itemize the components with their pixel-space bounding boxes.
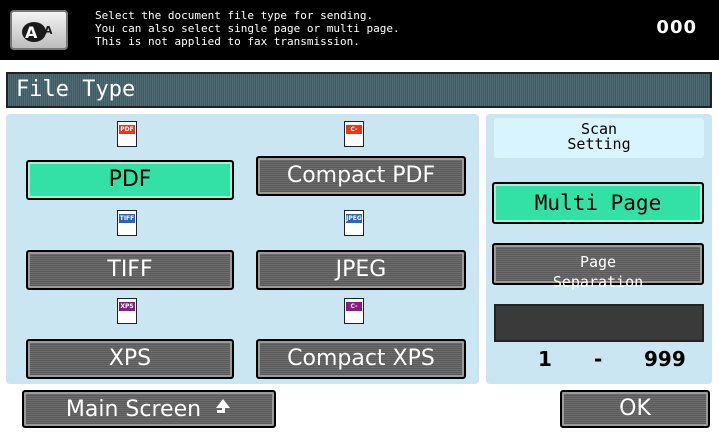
xps-file-icon: XPS xyxy=(117,298,137,324)
tiff-icon-tag: TIFF xyxy=(119,214,135,223)
main-screen-button-content: Main Screen xyxy=(24,392,274,428)
compact-xps-button-label: Compact XPS xyxy=(287,346,435,371)
page-range-from: 1 xyxy=(538,347,552,371)
compact-pdf-button-label: Compact PDF xyxy=(286,163,436,188)
xps-icon-tag: XPS xyxy=(119,302,135,311)
jpeg-button[interactable]: JPEG xyxy=(256,250,466,290)
page-range-dash: - xyxy=(594,347,603,371)
pdf-button[interactable]: PDF xyxy=(26,160,234,200)
message-bar: A A Select the document file type for se… xyxy=(0,0,719,60)
main-screen-button-label: Main Screen xyxy=(65,397,202,422)
instruction-message: Select the document file type for sendin… xyxy=(95,9,400,48)
tiff-file-icon: TIFF xyxy=(117,210,137,236)
compact-xps-icon-tag: C-XPS xyxy=(346,302,362,319)
pdf-file-icon: PDF xyxy=(117,121,137,147)
tiff-button-label: TIFF xyxy=(107,257,153,282)
main-screen-button[interactable]: Main Screen xyxy=(22,390,276,428)
compact-pdf-file-icon: C-PDF xyxy=(344,121,364,147)
message-line-1: Select the document file type for sendin… xyxy=(95,9,374,22)
svg-text:A: A xyxy=(44,24,53,37)
multi-page-button[interactable]: Multi Page xyxy=(492,182,704,224)
page-separation-button-label: Page Separation xyxy=(494,245,702,290)
pdf-icon-tag: PDF xyxy=(119,125,135,134)
job-counter: 000 xyxy=(656,17,697,38)
title-bar: File Type xyxy=(6,72,712,108)
pdf-button-label: PDF xyxy=(108,167,152,192)
compact-pdf-button[interactable]: Compact PDF xyxy=(256,156,466,196)
message-line-2: You can also select single page or multi… xyxy=(95,22,400,35)
page-title: File Type xyxy=(16,77,136,102)
compact-pdf-icon-tag: C-PDF xyxy=(346,125,362,142)
compact-xps-file-icon: C-XPS xyxy=(344,298,364,324)
screen: A A Select the document file type for se… xyxy=(0,0,719,432)
jpeg-button-label: JPEG xyxy=(335,257,387,282)
scan-setting-label: Scan Setting xyxy=(494,118,704,158)
ok-button[interactable]: OK xyxy=(560,390,710,428)
enlarge-display-icon: A A xyxy=(22,22,53,42)
compact-xps-button[interactable]: Compact XPS xyxy=(256,339,466,379)
xps-button[interactable]: XPS xyxy=(26,339,234,379)
svg-text:A: A xyxy=(25,23,38,42)
up-arrow-icon xyxy=(216,399,231,413)
ok-button-label: OK xyxy=(619,396,651,421)
page-separation-line1: Page xyxy=(579,253,617,271)
page-separation-button[interactable]: Page Separation xyxy=(492,243,704,290)
scan-setting-label-line2: Setting xyxy=(567,135,631,153)
message-line-3: This is not applied to fax transmission. xyxy=(95,35,360,48)
multi-page-button-label: Multi Page xyxy=(534,191,662,215)
page-range-to: 999 xyxy=(644,347,686,371)
page-separation-line2: Separation xyxy=(552,273,644,291)
enlarge-display-button[interactable]: A A xyxy=(10,10,68,50)
tiff-button[interactable]: TIFF xyxy=(26,250,234,290)
page-range-display xyxy=(494,304,704,342)
jpeg-file-icon: JPEG xyxy=(344,210,364,236)
page-range: 1 - 999 xyxy=(494,347,704,371)
xps-button-label: XPS xyxy=(108,346,152,371)
jpeg-icon-tag: JPEG xyxy=(346,214,362,223)
